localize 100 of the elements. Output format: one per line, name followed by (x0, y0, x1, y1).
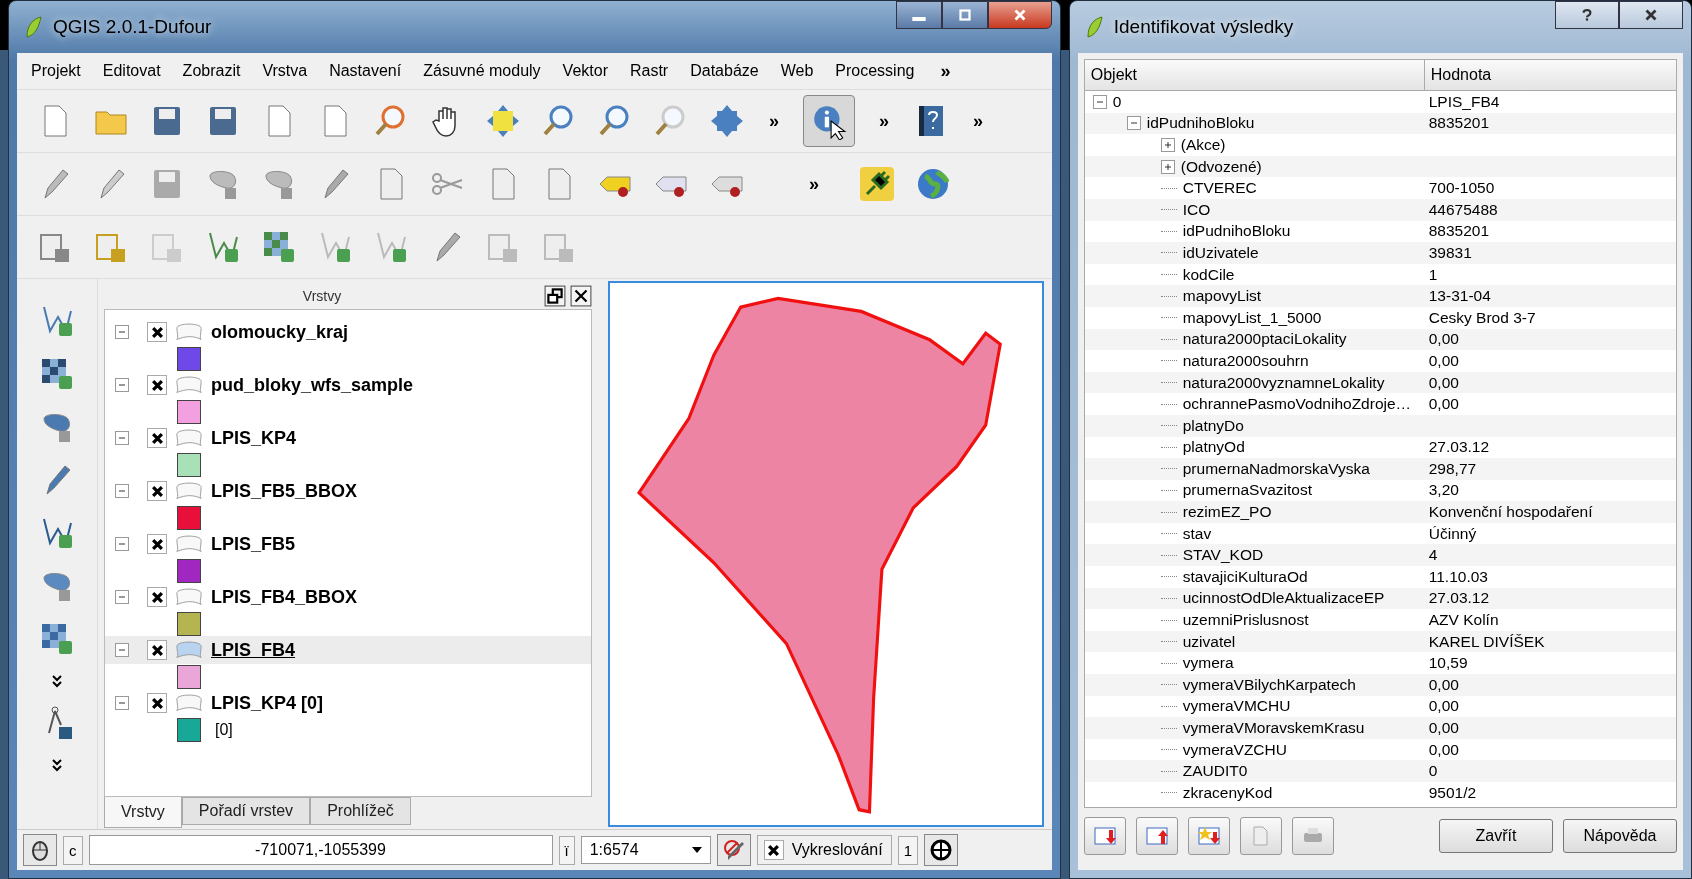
menu-overflow[interactable]: » (936, 60, 955, 82)
scale-combo[interactable]: 1:6574 (580, 836, 711, 864)
layer-row[interactable]: olomoucky_kraj (105, 318, 591, 346)
copy-button[interactable] (1239, 817, 1282, 855)
layer-row[interactable]: LPIS_FB4_BBOX (105, 583, 591, 611)
menu-item[interactable]: Editovat (102, 62, 161, 80)
layer-row[interactable]: LPIS_KP4 [0] (105, 689, 591, 717)
collapse-toggle[interactable] (115, 537, 129, 551)
menu-item[interactable]: Web (780, 62, 814, 80)
collapse-toggle[interactable] (115, 590, 129, 604)
globe-icon[interactable] (915, 166, 951, 202)
attribute-value: 11.10.03 (1428, 567, 1488, 586)
attribute-name: prumernaNadmorskaVyska (1182, 459, 1370, 478)
crs-button[interactable] (924, 834, 958, 866)
layer-row[interactable]: LPIS_FB5_BBOX (105, 477, 591, 505)
layer-row[interactable]: LPIS_FB4 (105, 636, 591, 664)
minimize-button[interactable] (895, 1, 942, 29)
collapse-toggle[interactable] (115, 484, 129, 498)
layer-name[interactable]: LPIS_FB5_BBOX (211, 480, 358, 502)
layer-name[interactable]: LPIS_KP4 (211, 427, 297, 449)
cross-mark-icon (150, 325, 164, 339)
layer-row[interactable]: pud_bloky_wfs_sample (105, 371, 591, 399)
column-header[interactable]: Hodnota (1424, 60, 1676, 90)
menu-item[interactable]: Zásuvné moduly (423, 62, 541, 80)
arrows-icon[interactable] (485, 103, 521, 139)
expand-toggle[interactable] (1126, 116, 1141, 131)
layer-name[interactable]: LPIS_FB4_BBOX (211, 586, 358, 608)
visibility-checkbox[interactable] (147, 640, 167, 660)
collapse-all-button[interactable] (1135, 817, 1178, 855)
layer-row[interactable]: LPIS_FB5 (105, 530, 591, 558)
layer-name[interactable]: pud_bloky_wfs_sample (211, 374, 414, 396)
plug-icon[interactable] (859, 166, 895, 202)
attribute-name: platnyOd (1182, 438, 1245, 457)
toolbar-overflow[interactable]: » (875, 110, 894, 132)
layer-name[interactable]: olomoucky_kraj (211, 321, 349, 343)
raster-add-icon[interactable] (261, 229, 297, 265)
collapse-toggle[interactable] (115, 325, 129, 339)
visibility-checkbox[interactable] (147, 375, 167, 395)
toolbar-overflow[interactable]: » (765, 110, 783, 132)
visibility-checkbox[interactable] (147, 322, 167, 342)
visibility-checkbox[interactable] (147, 481, 167, 501)
menu-item[interactable]: Nastavení (329, 62, 402, 80)
panel-tab[interactable]: Pořadí vrstev (181, 797, 311, 825)
layer-name[interactable]: LPIS_KP4 [0] (211, 692, 324, 714)
stop-render-button[interactable] (716, 834, 751, 866)
layer-name[interactable]: LPIS_FB5 (211, 533, 296, 555)
dialog-title: Identifikovat výsledky (1113, 16, 1295, 38)
menu-item[interactable]: Vektor (562, 62, 608, 80)
double-chevron-icon[interactable] (51, 758, 63, 772)
menu-item[interactable]: Rastr (629, 62, 669, 80)
close-dialog-button[interactable]: Zavřít (1439, 819, 1553, 853)
menu-item[interactable]: Zobrazit (182, 62, 241, 80)
visibility-checkbox[interactable] (147, 534, 167, 554)
maximize-button[interactable] (941, 1, 988, 29)
layer-row[interactable]: LPIS_KP4 (105, 424, 591, 452)
grid-shape-add-icon[interactable] (39, 621, 75, 657)
attribute-name: ucinnostOdDleAktualizaceEP (1182, 589, 1385, 608)
menu-item[interactable]: Projekt (31, 62, 81, 80)
help-button[interactable] (1555, 1, 1619, 29)
print-button[interactable] (1291, 817, 1334, 855)
expand-toggle[interactable] (1092, 94, 1107, 109)
menu-item[interactable]: Databáze (690, 62, 759, 80)
attribute-name: mapovyList_1_5000 (1182, 308, 1322, 327)
close-button[interactable] (987, 1, 1052, 29)
visibility-checkbox[interactable] (147, 693, 167, 713)
close-button[interactable] (1619, 1, 1683, 29)
visibility-checkbox[interactable] (147, 587, 167, 607)
visibility-checkbox[interactable] (147, 428, 167, 448)
expand-toggle[interactable] (1160, 159, 1175, 174)
render-toggle[interactable]: Vykreslování (756, 835, 892, 865)
expand-toggle[interactable] (1160, 138, 1175, 152)
menu-item[interactable]: Vrstva (262, 62, 308, 80)
help-dialog-button[interactable]: Nápověda (1563, 819, 1677, 853)
double-chevron-icon[interactable] (51, 674, 63, 688)
attribute-value: 0,00 (1428, 675, 1459, 694)
identify-button[interactable] (803, 95, 855, 147)
menu-item[interactable]: Processing (835, 62, 915, 80)
cross-mark-icon (150, 696, 164, 710)
column-header[interactable]: Objekt (1084, 60, 1425, 90)
mouse-icon-button[interactable] (23, 834, 57, 866)
attribute-name: ICO (1182, 200, 1211, 219)
collapse-toggle[interactable] (115, 431, 129, 445)
map-canvas[interactable] (608, 281, 1044, 827)
collapse-toggle[interactable] (115, 696, 129, 710)
expand-new-button[interactable] (1187, 817, 1230, 855)
panel-tab[interactable]: Prohlížeč (310, 797, 411, 825)
layer-name[interactable]: LPIS_FB4 (211, 639, 296, 661)
collapse-toggle[interactable] (115, 643, 129, 657)
panel-tab[interactable]: Vrstvy (104, 797, 182, 828)
attribute-value: 0,00 (1428, 395, 1459, 414)
render-checkbox[interactable] (763, 840, 784, 860)
toolbar-overflow[interactable]: » (969, 110, 988, 132)
toolbar-overflow[interactable]: » (805, 173, 823, 195)
collapse-toggle[interactable] (115, 378, 129, 392)
attribute-value: 0 (1428, 762, 1438, 781)
float-panel-icon[interactable] (544, 285, 566, 307)
expand-all-button[interactable] (1083, 817, 1126, 855)
close-panel-icon[interactable] (570, 285, 592, 307)
coordinate-field[interactable]: -710071,-1055399 (88, 835, 553, 865)
raster-add-icon[interactable] (39, 356, 75, 392)
